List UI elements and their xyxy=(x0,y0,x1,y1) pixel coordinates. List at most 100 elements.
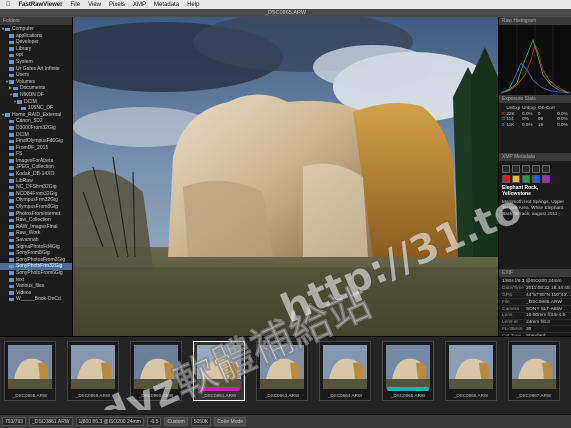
star-icon[interactable] xyxy=(512,165,520,173)
apple-menu-icon[interactable]:  xyxy=(6,2,11,8)
exif-value: 1/80s f/6.3 @ISO200 24mm xyxy=(501,279,571,286)
color-label-swatch[interactable] xyxy=(522,175,530,183)
exif-key: File xyxy=(501,298,525,307)
star-icon[interactable] xyxy=(502,165,510,173)
filmstrip-thumbnail[interactable]: _DSC0859.ARW xyxy=(67,341,119,401)
folder-tree-item[interactable]: NC_DFSfrm32Gig xyxy=(0,184,72,191)
folder-tree-item[interactable]: FromDF_2015 xyxy=(0,145,72,152)
wb-mode-button[interactable]: Custom xyxy=(164,417,188,426)
folder-label: Canon_5D2 xyxy=(16,118,43,125)
exif-value: 16-80mm f/3.5-4.5 xyxy=(524,312,571,320)
folder-icon xyxy=(9,278,14,282)
folder-icon xyxy=(9,152,14,157)
color-labels[interactable] xyxy=(502,175,568,183)
folder-tree-item[interactable]: ▼ DCIM xyxy=(0,99,72,106)
window-title: _DSC0865.ARW xyxy=(0,9,571,17)
folder-tree-item[interactable]: Videos xyxy=(0,290,72,297)
folder-icon xyxy=(9,47,14,51)
folder-tree-item[interactable]: Kodak_DB-14XO xyxy=(0,171,72,178)
folder-tree-item[interactable]: NCD84From32Gig xyxy=(0,191,72,198)
image-viewer[interactable] xyxy=(73,17,498,336)
folder-tree-item[interactable]: SonyPhotsFrm32Gig xyxy=(0,263,72,270)
folder-tree-item[interactable]: Library xyxy=(0,46,72,53)
folder-tree-item[interactable]: SigmaPhotoFd4Gig xyxy=(0,244,72,251)
color-label-swatch[interactable] xyxy=(502,175,510,183)
exp-r-4: 0.0% xyxy=(557,110,568,116)
folder-label: FinalOlympusFd6Gig xyxy=(16,138,63,145)
filmstrip-thumbnail[interactable]: _DSC0866.ARW xyxy=(445,341,497,401)
folder-tree-item[interactable]: SonyPhotosFrom2Gig xyxy=(0,257,72,264)
folder-tree-item[interactable]: Savannah xyxy=(0,237,72,244)
filmstrip-thumbnail[interactable]: _DSC0867.ARW xyxy=(508,341,560,401)
menu-view[interactable]: View xyxy=(88,2,101,8)
folder-tree-item[interactable]: applications xyxy=(0,33,72,40)
ev-value[interactable]: -0.5 xyxy=(146,417,162,426)
star-icon[interactable] xyxy=(542,165,550,173)
filmstrip-thumbnail[interactable]: _DSC0865.ARW xyxy=(382,341,434,401)
app-menu[interactable]: FastRawViewer xyxy=(19,2,63,8)
folder-tree-item[interactable]: FS xyxy=(0,151,72,158)
filmstrip-thumbnail[interactable]: _DSC0861.ARW xyxy=(193,341,245,401)
exp-b-1: 11K xyxy=(506,122,515,128)
folder-tree-item[interactable]: SonyFrom8Gig xyxy=(0,250,72,257)
color-label-swatch[interactable] xyxy=(532,175,540,183)
menu-help[interactable]: Help xyxy=(187,2,199,8)
folders-panel-title: Folders xyxy=(0,17,72,25)
folder-tree-item[interactable]: Ur Gates Art Infinite xyxy=(0,66,72,73)
folder-tree-item[interactable]: FinalOlympusFd6Gig xyxy=(0,138,72,145)
folder-tree-item[interactable]: ▼ Computer xyxy=(0,26,72,33)
folder-tree-item[interactable]: ▼ Home_RAID_External xyxy=(0,112,72,119)
filmstrip-thumbnail[interactable]: _DSC0863.ARW xyxy=(256,341,308,401)
star-icon[interactable] xyxy=(522,165,530,173)
folder-label: Library xyxy=(16,45,32,52)
folder-tree-item[interactable]: Raw_Collection xyxy=(0,217,72,224)
exif-title: EXIF xyxy=(499,269,571,277)
folder-tree-item[interactable]: OlympusFrm32Gig xyxy=(0,197,72,204)
color-label-swatch[interactable] xyxy=(512,175,520,183)
rating-stars[interactable] xyxy=(502,165,568,173)
folder-tree-item[interactable]: ImagesForAtreta xyxy=(0,158,72,165)
star-icon[interactable] xyxy=(532,165,540,173)
folder-tree-item[interactable]: ▼ Volumes xyxy=(0,79,72,86)
color-label-bar xyxy=(198,387,240,391)
folder-tree-item[interactable]: LibRaw xyxy=(0,178,72,185)
color-label-swatch[interactable] xyxy=(542,175,550,183)
folder-tree-item[interactable]: RAW_ImagesFinal xyxy=(0,224,72,231)
folder-tree-item[interactable]: System xyxy=(0,59,72,66)
exp-b-4: 0.0% xyxy=(557,122,568,128)
folder-icon xyxy=(9,198,14,203)
folder-tree-item[interactable]: Developer xyxy=(0,39,72,46)
folder-label: SonyFrom8Gig xyxy=(16,250,50,257)
folder-tree-item[interactable]: PhotosFromInternet xyxy=(0,211,72,218)
folder-tree-item[interactable]: DCIM xyxy=(0,132,72,139)
folder-tree-item[interactable]: text xyxy=(0,277,72,284)
folder-tree-item[interactable]: OlympusFrom8Gig xyxy=(0,204,72,211)
folder-tree-item[interactable]: D3000From32Gig xyxy=(0,125,72,132)
folder-tree-item[interactable]: W_____Book-OnCd xyxy=(0,296,72,303)
folder-icon xyxy=(9,225,14,229)
folder-tree-item[interactable]: ▶ Documents xyxy=(0,85,72,92)
folder-tree-item[interactable]: JPEG_Collection xyxy=(0,164,72,171)
filmstrip-thumbnail[interactable]: _DSC0864.ARW xyxy=(319,341,371,401)
filmstrip-thumbnail[interactable]: _DSC0858.ARW xyxy=(4,341,56,401)
image-caption: Mammoth Hot Springs, Upper Terrace Area,… xyxy=(502,199,565,217)
folder-tree-item[interactable]: SonyPhotoFrom6Gig xyxy=(0,270,72,277)
folder-tree-item[interactable]: Raw_Work xyxy=(0,230,72,237)
menu-xmp[interactable]: XMP xyxy=(133,2,146,8)
folder-tree-item[interactable]: ▼ NIKON DF xyxy=(0,92,72,99)
temperature-value[interactable]: 5050K xyxy=(190,417,212,426)
folder-tree-item[interactable]: opt xyxy=(0,52,72,59)
menu-pixels[interactable]: Pixels xyxy=(109,2,125,8)
filmstrip-thumbnail[interactable]: _DSC0860.ARW xyxy=(130,341,182,401)
exif-key: Lens xyxy=(501,312,525,320)
folders-panel: Folders ▼ Computer applications Developer Li… xyxy=(0,17,73,336)
menu-file[interactable]: File xyxy=(70,2,80,8)
menu-metadata[interactable]: Metadata xyxy=(154,2,179,8)
folder-tree-item[interactable]: 105NC_DF xyxy=(0,105,72,112)
color-mode-button[interactable]: Color Mode xyxy=(214,417,247,426)
folder-icon xyxy=(9,192,14,196)
exposure-stats: UnExp UnExp OE-Corr R 22K 0.0% 0 0.0% G 114 0%… xyxy=(499,103,571,153)
folder-tree-item[interactable]: Canon_5D2 xyxy=(0,118,72,125)
folder-tree-item[interactable]: Various_files xyxy=(0,283,72,290)
folder-tree-item[interactable]: Users xyxy=(0,72,72,79)
